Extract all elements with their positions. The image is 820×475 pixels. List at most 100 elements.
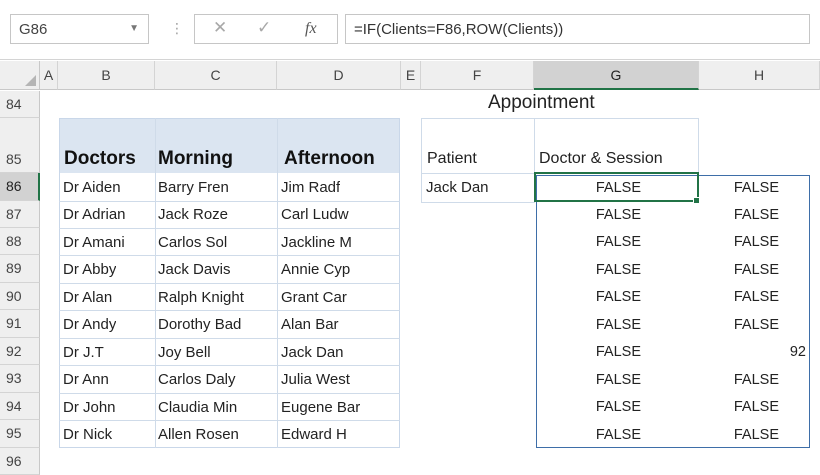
row-header-94[interactable]: 94: [0, 393, 40, 420]
table-cell[interactable]: Jack Dan: [281, 344, 344, 361]
table-cell[interactable]: Annie Cyp: [281, 261, 350, 278]
column-header-d[interactable]: D: [277, 61, 401, 90]
doctor-session-header[interactable]: Doctor & Session: [539, 150, 663, 168]
row-header-91[interactable]: 91: [0, 310, 40, 338]
column-header-c[interactable]: C: [155, 61, 277, 90]
table-cell[interactable]: Allen Rosen: [158, 426, 239, 443]
column-header-a[interactable]: A: [40, 61, 58, 90]
row-header-92[interactable]: 92: [0, 338, 40, 365]
column-header-f[interactable]: F: [421, 61, 534, 90]
result-cell[interactable]: FALSE: [699, 427, 779, 443]
table-divider: [59, 338, 400, 339]
table-cell[interactable]: Jackline M: [281, 234, 352, 251]
result-cell[interactable]: FALSE: [699, 234, 779, 250]
table-cell[interactable]: Claudia Min: [158, 399, 237, 416]
table-cell[interactable]: Edward H: [281, 426, 347, 443]
result-cell[interactable]: FALSE: [699, 399, 779, 415]
table-cell[interactable]: Carl Ludw: [281, 206, 349, 223]
table-cell[interactable]: Dr Alan: [63, 289, 112, 306]
result-cell[interactable]: FALSE: [536, 207, 641, 223]
table-cell[interactable]: Eugene Bar: [281, 399, 360, 416]
chevron-down-icon[interactable]: ▼: [129, 23, 139, 34]
morning-header[interactable]: Morning: [158, 148, 233, 170]
column-header-g[interactable]: G: [534, 61, 699, 90]
table-cell[interactable]: Carlos Daly: [158, 371, 236, 388]
formula-input[interactable]: =IF(Clients=F86,ROW(Clients)): [345, 14, 810, 44]
table-cell[interactable]: Dr Amani: [63, 234, 125, 251]
row-header-89[interactable]: 89: [0, 255, 40, 283]
lookup-border: [421, 118, 699, 119]
table-cell[interactable]: Dr Aiden: [63, 179, 121, 196]
table-cell[interactable]: Jack Davis: [158, 261, 231, 278]
table-divider: [59, 283, 400, 284]
table-cell[interactable]: Grant Car: [281, 289, 347, 306]
table-divider: [59, 201, 400, 202]
lookup-border: [421, 118, 422, 203]
patient-header[interactable]: Patient: [427, 150, 477, 168]
enter-icon[interactable]: ✓: [257, 18, 271, 38]
result-cell[interactable]: 92: [699, 344, 806, 360]
column-header-h[interactable]: H: [699, 61, 820, 90]
table-cell[interactable]: Alan Bar: [281, 316, 339, 333]
row-header-86[interactable]: 86: [0, 173, 40, 201]
row-header-95[interactable]: 95: [0, 420, 40, 448]
row-header-84[interactable]: 84: [0, 91, 40, 118]
column-header-e[interactable]: E: [401, 61, 421, 90]
lookup-border: [421, 202, 535, 203]
patient-input[interactable]: Jack Dan: [426, 179, 489, 196]
doctors-header[interactable]: Doctors: [64, 148, 136, 170]
table-cell[interactable]: Carlos Sol: [158, 234, 227, 251]
table-cell[interactable]: Jack Roze: [158, 206, 228, 223]
result-cell[interactable]: FALSE: [699, 262, 779, 278]
result-cell[interactable]: FALSE: [699, 317, 779, 333]
table-cell[interactable]: Dr Ann: [63, 371, 109, 388]
name-box[interactable]: G86 ▼: [10, 14, 149, 44]
table-cell[interactable]: Ralph Knight: [158, 289, 244, 306]
table-cell[interactable]: Dr Andy: [63, 316, 116, 333]
result-cell[interactable]: FALSE: [536, 317, 641, 333]
row-header-85[interactable]: 85: [0, 118, 40, 173]
result-cell[interactable]: FALSE: [536, 399, 641, 415]
result-cell[interactable]: FALSE: [536, 344, 641, 360]
row-header-87[interactable]: 87: [0, 201, 40, 228]
insert-function-icon[interactable]: fx: [305, 20, 317, 38]
table-cell[interactable]: Jim Radf: [281, 179, 340, 196]
afternoon-header[interactable]: Afternoon: [284, 148, 375, 170]
table-divider: [59, 393, 400, 394]
column-header-b[interactable]: B: [58, 61, 155, 90]
table-cell[interactable]: Dr Nick: [63, 426, 112, 443]
result-cell[interactable]: FALSE: [536, 372, 641, 388]
table-divider: [59, 310, 400, 311]
table-cell[interactable]: Barry Fren: [158, 179, 229, 196]
row-header-88[interactable]: 88: [0, 228, 40, 255]
result-cell[interactable]: FALSE: [699, 289, 779, 305]
formula-bar: G86 ▼ ⋮ ✕ ✓ fx =IF(Clients=F86,ROW(Clien…: [0, 0, 820, 60]
table-cell[interactable]: Dr Adrian: [63, 206, 126, 223]
result-cell[interactable]: FALSE: [699, 180, 779, 196]
result-cell[interactable]: FALSE: [536, 427, 641, 443]
table-divider: [59, 255, 400, 256]
row-header-96[interactable]: 96: [0, 448, 40, 475]
table-cell[interactable]: Dr J.T: [63, 344, 104, 361]
drag-handle-icon[interactable]: ⋮: [170, 20, 184, 37]
table-divider: [59, 420, 400, 421]
result-cell[interactable]: FALSE: [699, 372, 779, 388]
table-cell[interactable]: Dr John: [63, 399, 116, 416]
select-all-corner[interactable]: [0, 61, 40, 90]
row-header-90[interactable]: 90: [0, 283, 40, 310]
table-cell[interactable]: Dr Abby: [63, 261, 116, 278]
fill-handle[interactable]: [693, 197, 700, 204]
cancel-icon[interactable]: ✕: [213, 18, 227, 38]
row-header-93[interactable]: 93: [0, 365, 40, 393]
result-cell[interactable]: FALSE: [536, 289, 641, 305]
table-divider: [59, 228, 400, 229]
table-cell[interactable]: Julia West: [281, 371, 350, 388]
result-cell[interactable]: FALSE: [699, 207, 779, 223]
name-box-value: G86: [19, 21, 48, 38]
result-cell[interactable]: FALSE: [536, 262, 641, 278]
result-cell[interactable]: FALSE: [536, 234, 641, 250]
table-cell[interactable]: Joy Bell: [158, 344, 211, 361]
active-cell-cursor: [534, 172, 699, 202]
appointment-title[interactable]: Appointment: [488, 92, 595, 114]
table-cell[interactable]: Dorothy Bad: [158, 316, 241, 333]
